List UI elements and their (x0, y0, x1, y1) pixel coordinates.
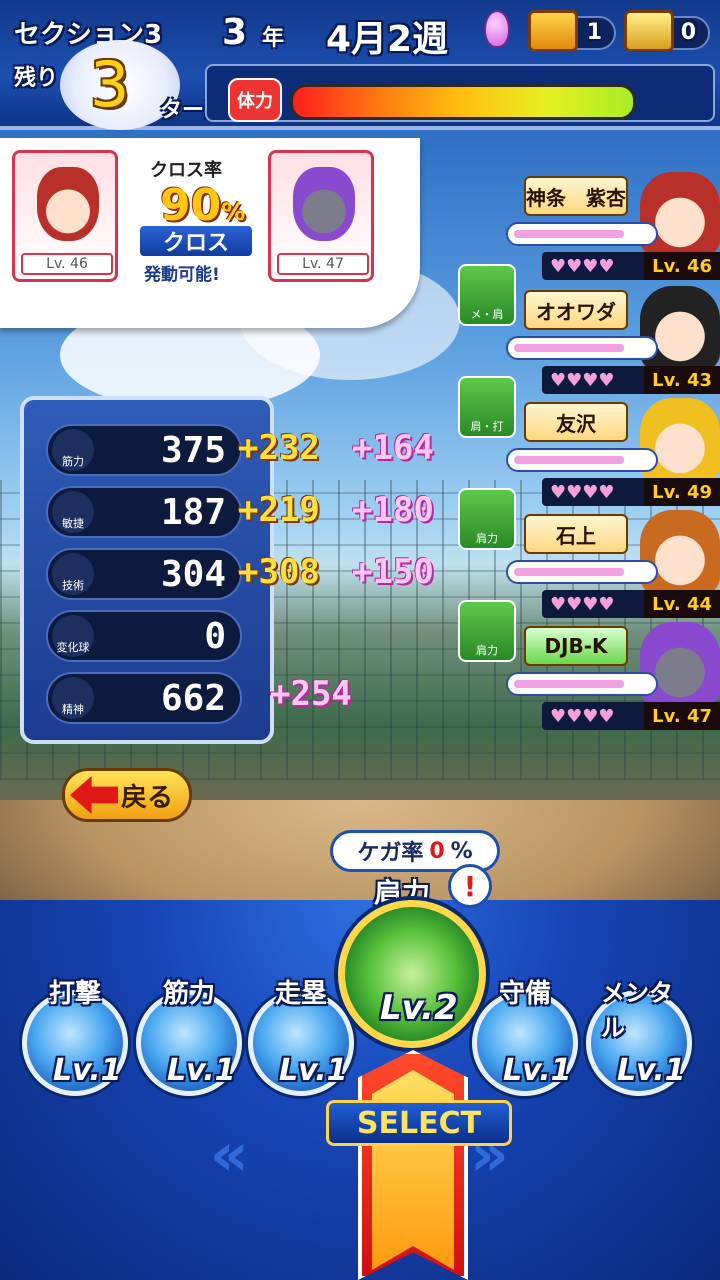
bond-fill (514, 680, 624, 688)
level-badge: Lv. 43 (644, 366, 720, 394)
date-label: 4月2週 (326, 19, 449, 60)
skill-name: 筋力 (163, 979, 216, 1009)
stat-bonus-pink: +150 (352, 552, 434, 592)
training-tag-icon: 肩・打 (458, 376, 516, 438)
stat-value: 0 (204, 616, 226, 657)
stamina-heart-icon: 体力 (228, 78, 282, 122)
skill-name: 守備 (499, 979, 552, 1009)
remaining-turns: 3 (90, 48, 130, 121)
character-row[interactable]: メ・肩 オオワダ ♥♥♥♥ Lv. 43 (458, 264, 720, 396)
level-badge: Lv. 49 (644, 478, 720, 506)
bond-bar (506, 222, 658, 246)
skill-button-defense[interactable]: 守備 Lv.1 (472, 979, 578, 1096)
level-badge: Lv. 46 (644, 252, 720, 280)
cross-rate-label: クロス率 (150, 160, 222, 181)
bond-bar (506, 336, 658, 360)
red-chest-count: 1 (586, 20, 602, 45)
year-number: 3 (222, 12, 248, 53)
cross-card-right[interactable]: Lv. 47 (268, 150, 374, 282)
cross-status: 発動可能! (144, 265, 220, 285)
training-tag-icon: メ・肩 (458, 264, 516, 326)
chevron-left-icon: « (210, 1120, 249, 1190)
level-tag: Lv. 47 (277, 253, 369, 275)
egg-icon[interactable] (484, 10, 510, 48)
gold-chest-icon (624, 10, 674, 52)
stat-row-agility: 敏捷 187 (46, 486, 242, 538)
cross-card-left[interactable]: Lv. 46 (12, 150, 118, 282)
injury-unit: % (450, 838, 473, 864)
character-name: 友沢 (524, 402, 628, 442)
skill-button-batting[interactable]: 打撃 Lv.1 (22, 979, 128, 1096)
remaining-label: 残り (14, 66, 59, 91)
character-name: DJB-K (524, 626, 628, 666)
character-row[interactable]: 肩力 DJB-K ♥♥♥♥ Lv. 47 (458, 600, 720, 732)
stat-bonus: +308 (238, 552, 320, 592)
select-button[interactable]: SELECT (326, 1100, 512, 1146)
stat-bonus: +219 (238, 490, 320, 530)
skill-level: Lv.1 (167, 1053, 236, 1088)
stat-row-power: 筋力 375 (46, 424, 242, 476)
character-row[interactable]: 神条 紫杏 ♥♥♥♥ Lv. 46 (500, 172, 720, 282)
training-tag-icon: 肩力 (458, 488, 516, 550)
stat-value: 304 (160, 554, 226, 595)
level-badge: Lv. 47 (644, 702, 720, 730)
skill-button-power[interactable]: 筋力 Lv.1 (136, 979, 242, 1096)
gold-chest-count: 0 (680, 20, 696, 45)
skill-level: Lv.1 (503, 1053, 572, 1088)
shoe-icon: 敏捷 (52, 491, 94, 533)
injury-label: ケガ率 (357, 841, 424, 866)
training-tag-icon: 肩力 (458, 600, 516, 662)
bond-fill (514, 230, 624, 238)
stat-row-breaking-ball: 変化球 0 (46, 610, 242, 662)
stat-value: 187 (160, 492, 226, 533)
skill-level: Lv.1 (53, 1053, 122, 1088)
character-name: オオワダ (524, 290, 628, 330)
treasure-chest-icon (528, 10, 578, 52)
cross-button[interactable]: クロス (138, 224, 254, 258)
bond-bar (506, 448, 658, 472)
injury-value: 0 (429, 838, 445, 864)
skill-name: 走塁 (275, 979, 328, 1009)
stat-row-mental: 精神 662 (46, 672, 242, 724)
baseball-icon: 変化球 (52, 615, 94, 657)
stat-bonus-pink: +180 (352, 490, 434, 530)
stat-value: 375 (160, 430, 226, 471)
bond-fill (514, 456, 624, 464)
bond-bar (506, 560, 658, 584)
stat-bonus-pink: +254 (270, 674, 352, 714)
selected-skill-level: Lv.2 (380, 988, 458, 1028)
character-portrait (37, 167, 99, 241)
skill-button-baserunning[interactable]: 走塁 Lv.1 (248, 979, 354, 1096)
flame-icon: 精神 (52, 677, 94, 719)
skill-level: Lv.1 (279, 1053, 348, 1088)
level-badge: Lv. 44 (644, 590, 720, 618)
skill-name: 打撃 (49, 979, 102, 1009)
skill-level: Lv.1 (617, 1053, 686, 1088)
skill-name: メンタル (601, 979, 673, 1042)
alert-icon[interactable]: ! (448, 864, 492, 908)
stat-value: 662 (160, 678, 226, 719)
bond-fill (514, 568, 624, 576)
skill-button-mental[interactable]: メンタル Lv.1 (586, 979, 692, 1096)
robot-portrait (293, 167, 355, 241)
dumbbell-icon: 筋力 (52, 429, 94, 471)
bond-fill (514, 344, 624, 352)
character-name: 石上 (524, 514, 628, 554)
stamina-bar (290, 84, 636, 120)
level-tag: Lv. 46 (21, 253, 113, 275)
stat-bonus: +232 (238, 428, 320, 468)
stat-bonus-pink: +164 (352, 428, 434, 468)
bat-icon: 技術 (52, 553, 94, 595)
character-row[interactable]: 肩・打 友沢 ♥♥♥♥ Lv. 49 (458, 376, 720, 508)
year-unit: 年 (262, 26, 285, 51)
character-name: 神条 紫杏 (524, 176, 628, 216)
bond-bar (506, 672, 658, 696)
stat-row-technique: 技術 304 (46, 548, 242, 600)
character-row[interactable]: 肩力 石上 ♥♥♥♥ Lv. 44 (458, 488, 720, 620)
